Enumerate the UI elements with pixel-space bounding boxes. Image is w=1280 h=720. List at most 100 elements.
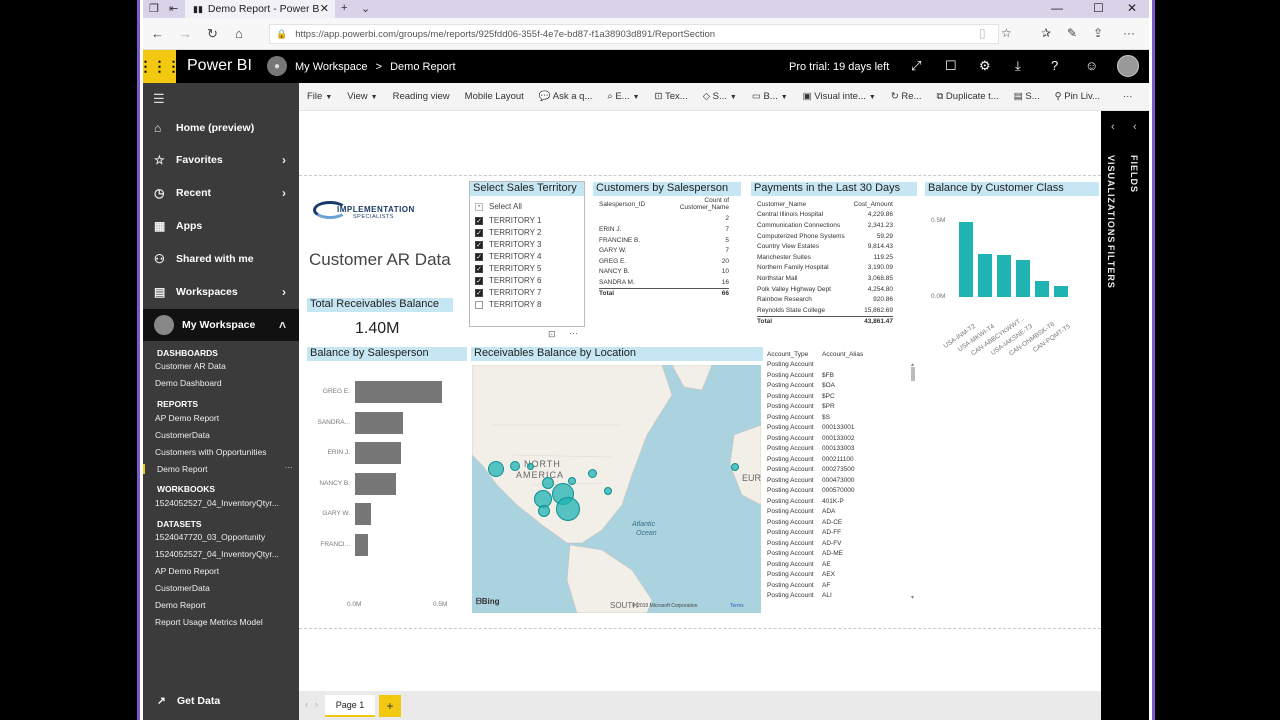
map-terms-link[interactable]: Terms [730, 603, 744, 609]
map-bubble[interactable] [731, 463, 739, 471]
table-row[interactable]: SANDRA M. 16 [599, 277, 729, 288]
table-row[interactable]: GREG E. 20 [599, 256, 729, 267]
focus-mode-icon[interactable]: ⊡ [548, 329, 556, 340]
dashboard-item[interactable]: Customer AR Data [155, 361, 226, 371]
dashboard-item[interactable]: Demo Dashboard [155, 378, 222, 388]
maximize-icon[interactable]: ☐ [1093, 1, 1104, 15]
payments-table[interactable]: Customer_Name Cost_Amount Central Illinois… [757, 199, 893, 326]
forward-icon[interactable]: → [179, 26, 192, 41]
favorites-hub-icon[interactable]: ✰ [1041, 26, 1051, 40]
dataset-item[interactable]: AP Demo Report [155, 566, 219, 576]
refresh-icon[interactable]: ↻ [207, 26, 218, 42]
nav-my-workspace[interactable]: My Workspace ˄ [143, 309, 299, 341]
filters-pane-label[interactable]: FILTERS [1106, 245, 1116, 289]
table-row[interactable]: Polk Valley Highway Dept 4,254.80 [757, 284, 893, 295]
slicer-item[interactable]: ✓ TERRITORY 6 [475, 276, 541, 285]
table-row[interactable]: Posting Account $OA [767, 381, 917, 392]
back-icon[interactable]: ← [151, 26, 164, 41]
table-row[interactable]: Posting Account 000570000 [767, 486, 917, 497]
settings-gear-icon[interactable]: ⚙ [979, 58, 991, 74]
table-row[interactable]: Posting Account 000211100 [767, 454, 917, 465]
window-close-icon[interactable]: ✕ [1127, 1, 1137, 15]
workbook-item[interactable]: 1524052527_04_InventoryQtyr... [155, 498, 279, 508]
reading-view-icon[interactable]: ▯ [979, 26, 986, 40]
table-row[interactable]: Posting Account $PC [767, 391, 917, 402]
salesperson-bar[interactable] [355, 442, 401, 464]
class-bar[interactable] [997, 255, 1011, 297]
notes-icon[interactable]: ✎ [1067, 26, 1077, 40]
table-row[interactable]: Posting Account 000133003 [767, 444, 917, 455]
new-tab-icon[interactable]: + [341, 2, 347, 14]
slicer-item[interactable]: ✓ TERRITORY 3 [475, 240, 541, 249]
map-bubble[interactable] [588, 469, 597, 478]
map-bubble[interactable] [510, 461, 520, 471]
toolbar-visual-interactions[interactable]: ▣ Visual inte... ▼ [803, 91, 876, 102]
scroll-down-icon[interactable]: ▾ [911, 594, 914, 601]
table-row[interactable]: Posting Account 000133001 [767, 423, 917, 434]
toolbar-buttons[interactable]: ▭ B... ▼ [752, 91, 788, 102]
salesperson-bar[interactable] [355, 472, 397, 495]
table-row[interactable]: Posting Account AE [767, 559, 917, 570]
page-tab-1[interactable]: Page 1 [325, 695, 375, 717]
slicer-item[interactable]: ✓ TERRITORY 1 [475, 216, 541, 225]
toolbar-duplicate[interactable]: ⧉ Duplicate t... [936, 91, 998, 102]
table-row[interactable]: Posting Account AD-FV [767, 538, 917, 549]
toolbar-text-box[interactable]: ⊡ Tex... [655, 91, 688, 102]
salesperson-bar[interactable] [355, 533, 368, 556]
class-bar[interactable] [1016, 260, 1030, 297]
nav-workspaces[interactable]: ▤ Workspaces › [143, 277, 299, 307]
more-options-icon[interactable]: ··· [285, 462, 294, 472]
slicer-select-all[interactable]: ▪ Select All [475, 202, 522, 211]
app-launcher-icon[interactable]: ⋮⋮⋮ [143, 50, 181, 83]
salesperson-bar[interactable] [355, 503, 372, 525]
table-row[interactable]: FRANCINE B. 5 [599, 235, 729, 246]
table-row[interactable]: Posting Account AD-CE [767, 517, 917, 528]
minimize-icon[interactable]: — [1051, 1, 1063, 15]
user-avatar[interactable] [1117, 55, 1139, 77]
slicer-item[interactable]: ✓ TERRITORY 2 [475, 228, 541, 237]
share-icon[interactable]: ⇪ [1093, 26, 1103, 40]
dataset-item[interactable]: 1524047720_03_Opportunity [155, 532, 265, 542]
table-row[interactable]: Manchester Suites 119.25 [757, 252, 893, 263]
nav-shared[interactable]: ⚇ Shared with me [143, 244, 299, 274]
table-row[interactable]: Central Illinois Hospital 4,229.86 [757, 210, 893, 221]
map-bubble[interactable] [488, 461, 504, 477]
get-data-button[interactable]: ↗ Get Data [143, 689, 299, 713]
nav-apps[interactable]: ▦ Apps [143, 211, 299, 241]
table-row[interactable]: Country View Estates 9,814.43 [757, 241, 893, 252]
table-row[interactable]: Posting Account AEX [767, 570, 917, 581]
table-row[interactable]: Posting Account 000473000 [767, 475, 917, 486]
table-row[interactable]: Posting Account 000273500 [767, 465, 917, 476]
table-row[interactable]: 2 [599, 214, 729, 225]
table-row[interactable]: NANCY B. 10 [599, 267, 729, 278]
table-row[interactable]: Reynolds State College 15,862.69 [757, 305, 893, 316]
toolbar-view[interactable]: View ▼ [347, 91, 377, 102]
report-item-active[interactable]: Demo Report ··· [143, 462, 299, 474]
hamburger-menu-icon[interactable]: ☰ [153, 91, 165, 107]
breadcrumb-report[interactable]: Demo Report [390, 61, 455, 73]
receivables-map[interactable]: NORTH AMERICA EUR Atlantic Ocean SOUTH ᗷ… [472, 365, 761, 613]
table-row[interactable]: Posting Account [767, 360, 917, 371]
toolbar-explore[interactable]: ⌕ E... ▼ [607, 91, 639, 102]
notifications-icon[interactable]: ☐ [945, 58, 957, 74]
dataset-item[interactable]: Report Usage Metrics Model [155, 617, 263, 627]
slicer-item[interactable]: TERRITORY 8 [475, 300, 541, 309]
table-row[interactable]: Posting Account 401K-P [767, 496, 917, 507]
report-item[interactable]: AP Demo Report [155, 413, 219, 423]
toolbar-reading-view[interactable]: Reading view [393, 91, 450, 102]
salesperson-bar[interactable] [355, 411, 403, 434]
nav-home[interactable]: ⌂ Home (preview) [143, 113, 299, 143]
dataset-item[interactable]: Demo Report [155, 600, 206, 610]
table-row[interactable]: Communication Connections 2,341.23 [757, 220, 893, 231]
table-row[interactable]: ERIN J. 7 [599, 224, 729, 235]
brand-title[interactable]: Power BI [187, 57, 252, 75]
dataset-item[interactable]: CustomerData [155, 583, 210, 593]
prev-page-icon[interactable]: ‹ [305, 699, 308, 709]
download-icon[interactable]: ⤓ [1015, 58, 1021, 74]
class-bar[interactable] [978, 253, 992, 297]
map-bubble[interactable] [538, 505, 550, 517]
table-row[interactable]: Rainbow Research 920.86 [757, 294, 893, 305]
toolbar-mobile-layout[interactable]: Mobile Layout [465, 91, 524, 102]
table-row[interactable]: Posting Account ADA [767, 507, 917, 518]
report-item[interactable]: CustomerData [155, 430, 210, 440]
